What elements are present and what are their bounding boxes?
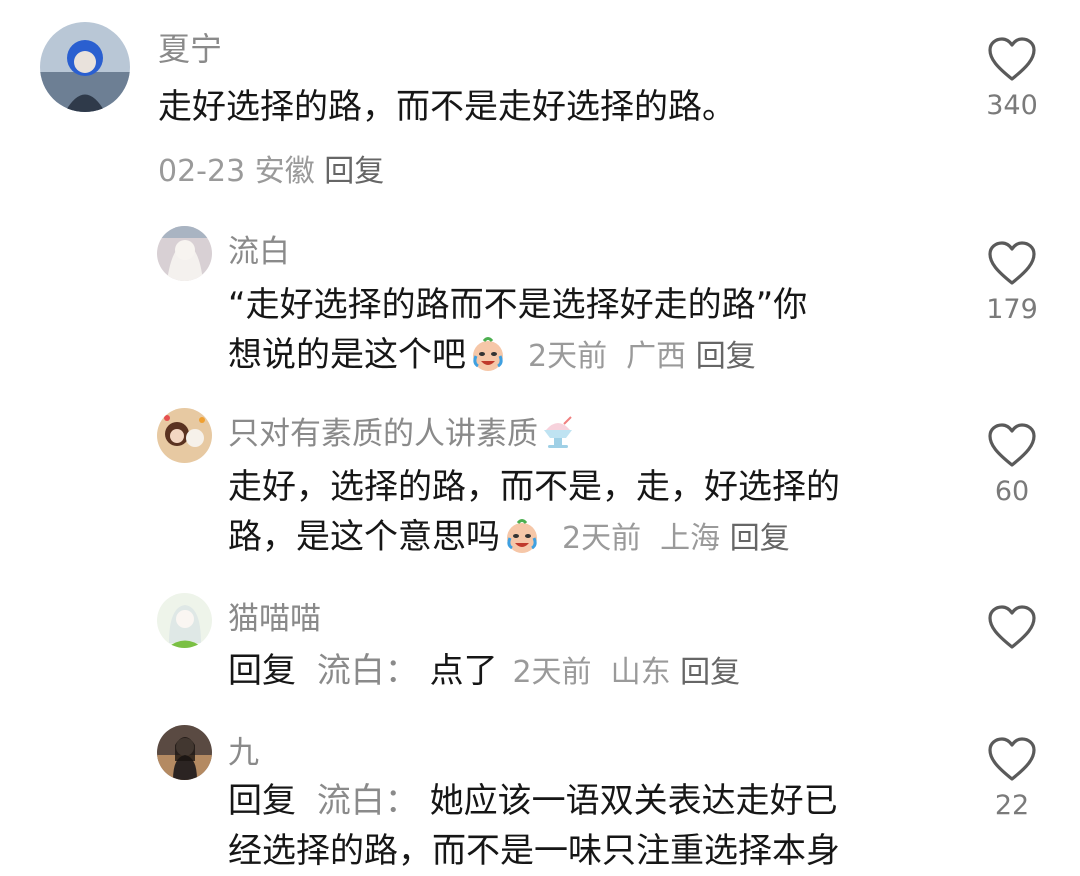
avatar[interactable] — [157, 593, 212, 648]
like-count: 340 — [986, 90, 1038, 121]
laughing-crying-emoji-icon — [473, 337, 503, 371]
avatar[interactable] — [157, 725, 212, 780]
comment-author[interactable]: 只对有素质的人讲素质 — [228, 408, 576, 453]
comment-body: 路，是这个意思吗 — [228, 517, 500, 557]
avatar[interactable] — [157, 408, 212, 463]
comment-body-line-2: 经选择的路，而不是一味只注重选择本身 — [228, 831, 840, 871]
comment-meta: 02-23 安徽 回复 — [158, 146, 384, 190]
comment-body-line-2: 路，是这个意思吗 2天前 上海 回复 — [228, 512, 948, 564]
comment-date: 02-23 — [158, 154, 246, 189]
heart-outline-icon — [988, 605, 1036, 649]
reply-prefix: 回复 — [228, 781, 296, 821]
like-button[interactable]: 22 — [982, 736, 1042, 821]
heart-outline-icon — [988, 241, 1036, 285]
comment-date: 2天前 — [562, 521, 642, 556]
comment-location: 山东 — [610, 655, 671, 690]
comment-body: 点了 — [429, 651, 498, 691]
reply-prefix: 回复 — [228, 651, 296, 691]
comment-author[interactable]: 猫喵喵 — [228, 593, 321, 638]
reply-button[interactable]: 回复 — [696, 339, 756, 374]
comment-text: 走好选择的路，而不是走好选择的路。 — [158, 82, 938, 132]
comment-location: 广西 — [626, 339, 687, 374]
comment-text: 回复 流白： 点了 2天前 山东 回复 — [228, 646, 948, 698]
comment-author[interactable]: 流白 — [228, 226, 290, 271]
comment-text: “走好选择的路而不是选择好走的路”你 想说的是这个吧 2天前 广西 回复 — [228, 280, 948, 382]
reply-button[interactable]: 回复 — [324, 154, 384, 189]
comment-date: 2天前 — [512, 655, 592, 690]
like-count: 179 — [986, 294, 1038, 325]
comment-body-line-2: 想说的是这个吧 2天前 广西 回复 — [228, 330, 948, 382]
like-button[interactable]: 60 — [982, 422, 1042, 507]
reply-button[interactable]: 回复 — [680, 655, 740, 690]
comment-location: 安徽 — [254, 154, 315, 189]
comment-body: 她应该一语双关表达走好已 — [429, 781, 838, 821]
comment-date: 2天前 — [528, 339, 608, 374]
comment-location: 上海 — [660, 521, 721, 556]
reply-to-user[interactable]: 流白： — [317, 781, 419, 821]
comment-body-line: “走好选择的路而不是选择好走的路”你 — [228, 285, 808, 325]
comment-meta: 2天前 上海 回复 — [562, 521, 790, 556]
comment-body-line: 走好，选择的路，而不是，走，好选择的 — [228, 467, 840, 507]
comment-body-line: 回复 流白： 她应该一语双关表达走好已 — [228, 776, 948, 826]
reply-button[interactable]: 回复 — [730, 521, 790, 556]
comment-author[interactable]: 夏宁 — [158, 24, 222, 70]
like-count: 60 — [994, 476, 1030, 507]
reply-to-user[interactable]: 流白： — [317, 651, 419, 691]
comment-meta: 2天前 山东 回复 — [512, 655, 740, 690]
like-button[interactable]: 340 — [982, 36, 1042, 121]
comment-body: 走好选择的路，而不是走好选择的路。 — [158, 87, 736, 127]
comment-author[interactable]: 九 — [228, 727, 259, 772]
heart-outline-icon — [988, 737, 1036, 781]
avatar[interactable] — [40, 22, 130, 112]
comment-meta: 2天前 广西 回复 — [528, 339, 756, 374]
comment-body: 想说的是这个吧 — [228, 335, 466, 375]
like-count: 22 — [994, 790, 1030, 821]
like-button[interactable] — [982, 604, 1042, 650]
laughing-crying-emoji-icon — [507, 519, 537, 553]
comment-text: 走好，选择的路，而不是，走，好选择的 路，是这个意思吗 2天前 上海 回复 — [228, 462, 948, 564]
shaved-ice-emoji-icon — [544, 416, 572, 448]
heart-outline-icon — [988, 37, 1036, 81]
author-name[interactable]: 只对有素质的人讲素质 — [228, 416, 538, 452]
comment-text: 回复 流白： 她应该一语双关表达走好已 经选择的路，而不是一味只注重选择本身 — [228, 776, 948, 876]
avatar[interactable] — [157, 226, 212, 281]
heart-outline-icon — [988, 423, 1036, 467]
like-button[interactable]: 179 — [982, 240, 1042, 325]
